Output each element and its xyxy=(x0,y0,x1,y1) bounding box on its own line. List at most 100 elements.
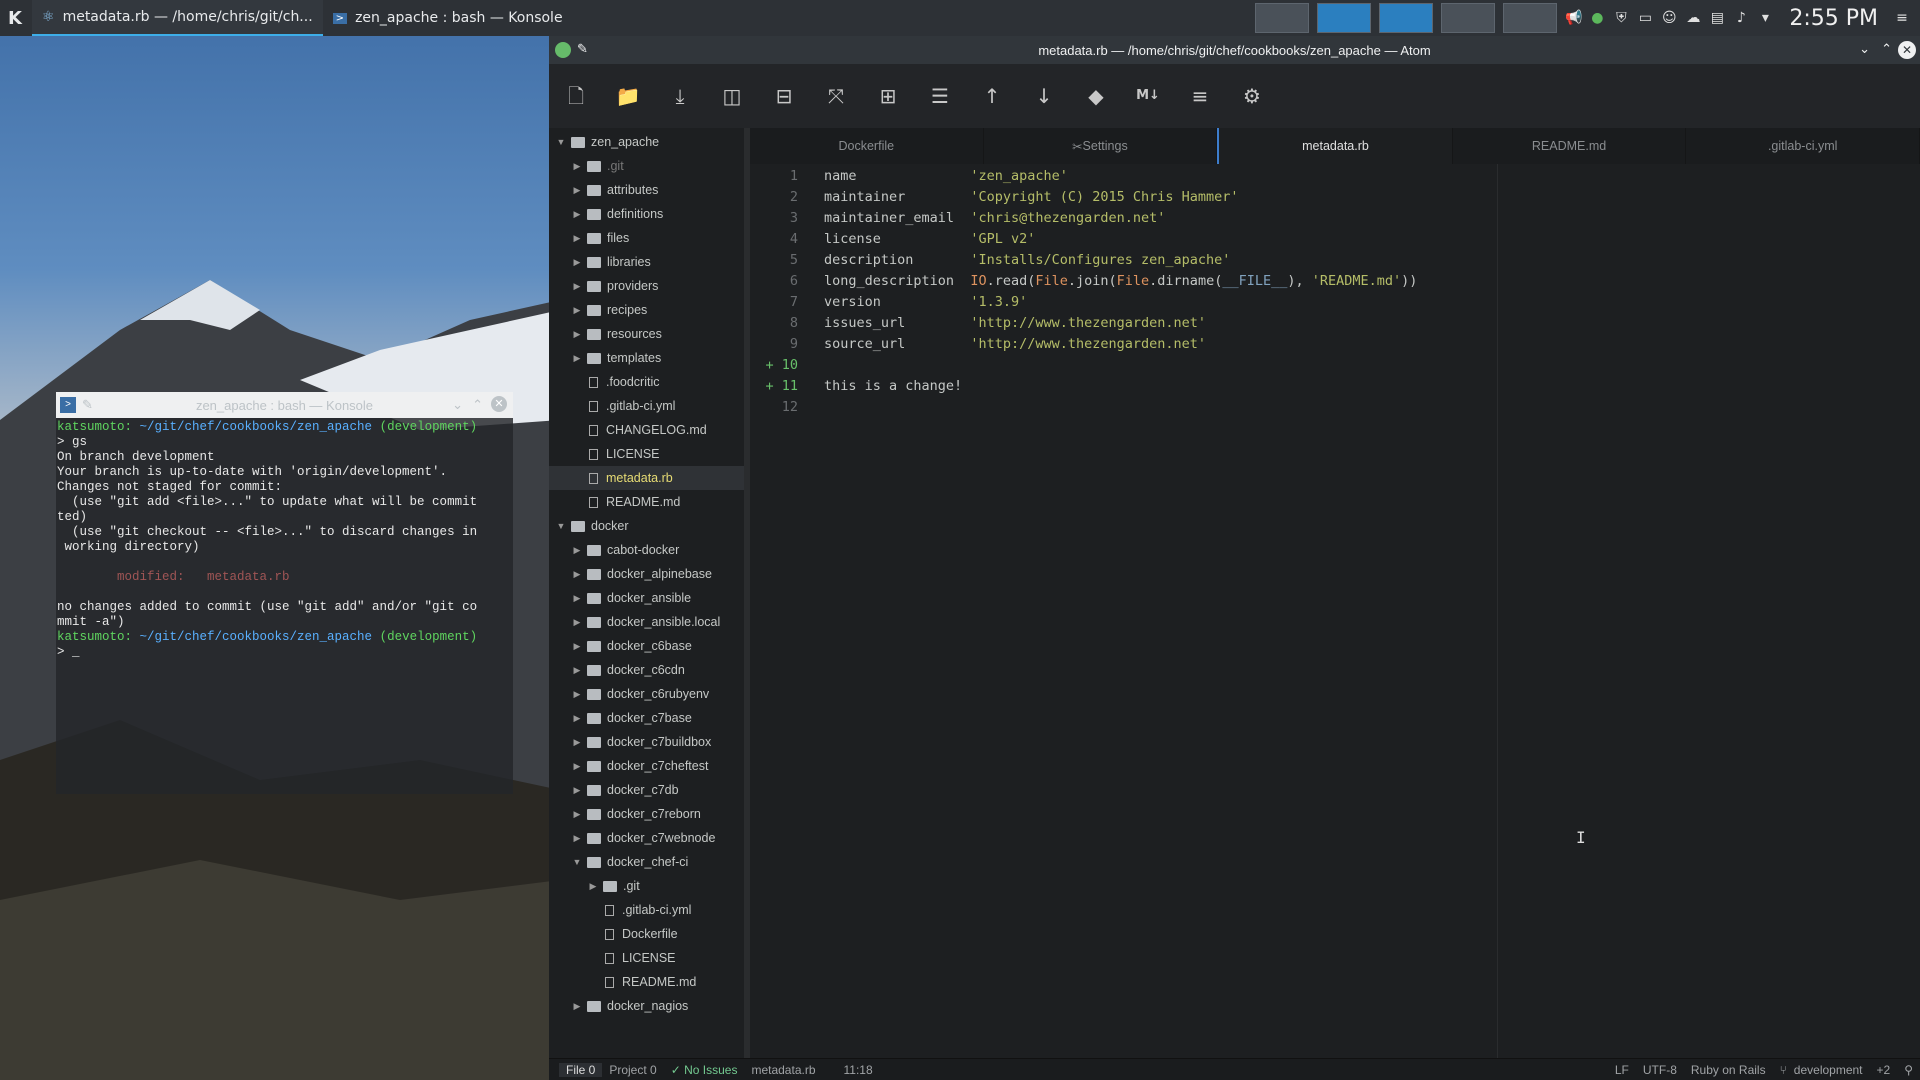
tree-file[interactable]: LICENSE xyxy=(549,442,744,466)
status-project-count[interactable]: Project 0 xyxy=(602,1063,663,1077)
atom-window[interactable]: ✎ metadata.rb — /home/chris/git/chef/coo… xyxy=(549,36,1920,1080)
tray-expand-icon[interactable]: ▾ xyxy=(1757,10,1773,26)
text-editor[interactable]: 1 name 'zen_apache' 2 maintainer 'Copyright… xyxy=(750,164,1920,1058)
save-icon[interactable]: ⤓ xyxy=(667,83,693,109)
desktop-pager-4[interactable] xyxy=(1441,3,1496,33)
code-line[interactable]: 12 xyxy=(750,397,1920,418)
fullscreen-icon[interactable]: ⤧ xyxy=(823,83,849,109)
line-number[interactable]: 3 xyxy=(750,208,810,229)
tree-folder[interactable]: ▶ .git xyxy=(549,874,744,898)
tab-gitlab-ci-yml[interactable]: .gitlab-ci.yml xyxy=(1686,128,1920,164)
tree-folder[interactable]: ▶ docker_c6cdn xyxy=(549,658,744,682)
tree-file[interactable]: .gitlab-ci.yml xyxy=(549,898,744,922)
tree-folder[interactable]: ▶ files xyxy=(549,226,744,250)
code-lines[interactable]: 1 name 'zen_apache' 2 maintainer 'Copyright… xyxy=(750,164,1920,418)
close-icon[interactable]: ✕ xyxy=(1898,41,1916,59)
tree-folder[interactable]: ▼ docker xyxy=(549,514,744,538)
tree-folder[interactable]: ▶ docker_c7reborn xyxy=(549,802,744,826)
status-git-changes[interactable]: +2 xyxy=(1870,1063,1898,1077)
code-line[interactable]: 2 maintainer 'Copyright (C) 2015 Chris Ha… xyxy=(750,187,1920,208)
notification-bell-icon[interactable]: ⚲ xyxy=(1897,1063,1920,1077)
task-konsole[interactable]: > zen_apache : bash — Konsole xyxy=(323,0,573,36)
tree-folder[interactable]: ▶ cabot-docker xyxy=(549,538,744,562)
tree-folder[interactable]: ▶ definitions xyxy=(549,202,744,226)
code-line[interactable]: 4 license 'GPL v2' xyxy=(750,229,1920,250)
status-line-ending[interactable]: LF xyxy=(1608,1063,1636,1077)
volume-icon[interactable]: ♪ xyxy=(1733,10,1749,26)
code-line[interactable]: 6 long_description IO.read(File.join(File… xyxy=(750,271,1920,292)
tree-folder[interactable]: ▶ docker_c6base xyxy=(549,634,744,658)
line-number[interactable]: + 10 xyxy=(750,355,810,376)
clock[interactable]: 2:55 PM xyxy=(1789,6,1878,31)
tree-folder[interactable]: ▼ docker_chef-ci xyxy=(549,850,744,874)
code-line[interactable]: 8 issues_url 'http://www.thezengarden.net… xyxy=(750,313,1920,334)
pin-icon[interactable]: ✎ xyxy=(577,41,588,57)
code-line[interactable]: 7 version '1.3.9' xyxy=(750,292,1920,313)
desktop-pager-2[interactable] xyxy=(1317,3,1372,33)
status-grammar[interactable]: Ruby on Rails xyxy=(1684,1063,1773,1077)
tree-folder[interactable]: ▶ docker_c7base xyxy=(549,706,744,730)
line-number[interactable]: 2 xyxy=(750,187,810,208)
tree-folder[interactable]: ▶ docker_c6rubyenv xyxy=(549,682,744,706)
updates-icon[interactable]: ● xyxy=(1589,10,1605,26)
tree-folder[interactable]: ▶ docker_c7buildbox xyxy=(549,730,744,754)
minimize-icon[interactable]: ⌄ xyxy=(1859,41,1870,57)
task-atom[interactable]: ⚛ metadata.rb — /home/chris/git/ch... xyxy=(32,0,323,36)
desktop-pager-5[interactable] xyxy=(1503,3,1558,33)
code-line[interactable]: 3 maintainer_email 'chris@thezengarden.ne… xyxy=(750,208,1920,229)
tree-file[interactable]: metadata.rb xyxy=(549,466,744,490)
tree-file[interactable]: .foodcritic xyxy=(549,370,744,394)
terminal-output[interactable]: katsumoto: ~/git/chef/cookbooks/zen_apac… xyxy=(56,418,513,662)
line-number[interactable]: 5 xyxy=(750,250,810,271)
close-icon[interactable]: ✕ xyxy=(491,396,507,412)
tree-view[interactable]: ▼ zen_apache ▶ .git ▶ attributes ▶ definitions ▶… xyxy=(549,128,752,1058)
status-file-count[interactable]: File 0 xyxy=(559,1063,603,1077)
code-line[interactable]: 5 description 'Installs/Configures zen_ap… xyxy=(750,250,1920,271)
tree-folder[interactable]: ▶ .git xyxy=(549,154,744,178)
display-icon[interactable]: ▭ xyxy=(1637,10,1653,26)
indent-icon[interactable]: ☰ xyxy=(927,83,953,109)
line-number[interactable]: 7 xyxy=(750,292,810,313)
tree-folder[interactable]: ▶ docker_alpinebase xyxy=(549,562,744,586)
tree-folder[interactable]: ▶ docker_ansible.local xyxy=(549,610,744,634)
konsole-titlebar[interactable]: > ✎ zen_apache : bash — Konsole ⌄ ⌃ ✕ xyxy=(56,392,513,418)
split-horizontal-icon[interactable]: ⊟ xyxy=(771,83,797,109)
tree-folder[interactable]: ▶ docker_nagios xyxy=(549,994,744,1018)
split-vertical-icon[interactable]: ◫ xyxy=(719,83,745,109)
atom-titlebar[interactable]: ✎ metadata.rb — /home/chris/git/chef/coo… xyxy=(549,36,1920,64)
tree-file[interactable]: CHANGELOG.md xyxy=(549,418,744,442)
settings-gear-icon[interactable]: ⚙ xyxy=(1239,83,1265,109)
tree-folder[interactable]: ▶ providers xyxy=(549,274,744,298)
line-number[interactable]: 12 xyxy=(750,397,810,418)
tree-folder[interactable]: ▶ templates xyxy=(549,346,744,370)
tab-metadata-rb[interactable]: metadata.rb xyxy=(1217,128,1453,164)
minimize-icon[interactable]: ⌄ xyxy=(452,397,463,413)
code-line[interactable]: + 11 this is a change! xyxy=(750,376,1920,397)
status-linter[interactable]: ✓ No Issues xyxy=(664,1063,745,1077)
tree-folder[interactable]: ▶ docker_ansible xyxy=(549,586,744,610)
status-git-branch[interactable]: development xyxy=(1787,1063,1870,1077)
line-number[interactable]: 8 xyxy=(750,313,810,334)
maximize-icon[interactable]: ⌃ xyxy=(1881,41,1892,57)
tree-folder[interactable]: ▶ resources xyxy=(549,322,744,346)
app-launcher[interactable]: K xyxy=(0,0,32,36)
git-icon[interactable]: ◆ xyxy=(1083,83,1109,109)
line-number[interactable]: + 11 xyxy=(750,376,810,397)
open-folder-icon[interactable]: 📁 xyxy=(615,83,641,109)
status-encoding[interactable]: UTF-8 xyxy=(1636,1063,1684,1077)
tree-folder[interactable]: ▼ zen_apache xyxy=(549,130,744,154)
notifications-icon[interactable]: 📢 xyxy=(1565,10,1582,26)
tree-folder[interactable]: ▶ docker_c7webnode xyxy=(549,826,744,850)
clipboard-icon[interactable]: ▤ xyxy=(1709,10,1725,26)
line-number[interactable]: 6 xyxy=(750,271,810,292)
tab-settings[interactable]: ✂ Settings xyxy=(984,128,1218,164)
desktop-pager-1[interactable] xyxy=(1255,3,1310,33)
network-icon[interactable]: ☁ xyxy=(1685,10,1701,26)
tab-dockerfile[interactable]: Dockerfile xyxy=(750,128,984,164)
tree-folder[interactable]: ▶ docker_c7db xyxy=(549,778,744,802)
line-number[interactable]: 4 xyxy=(750,229,810,250)
code-line[interactable]: + 10 xyxy=(750,355,1920,376)
status-cursor-position[interactable]: 11:18 xyxy=(837,1063,880,1077)
konsole-window[interactable]: > ✎ zen_apache : bash — Konsole ⌄ ⌃ ✕ ka… xyxy=(56,392,513,794)
git-pull-icon[interactable]: ↓ xyxy=(1031,83,1057,109)
